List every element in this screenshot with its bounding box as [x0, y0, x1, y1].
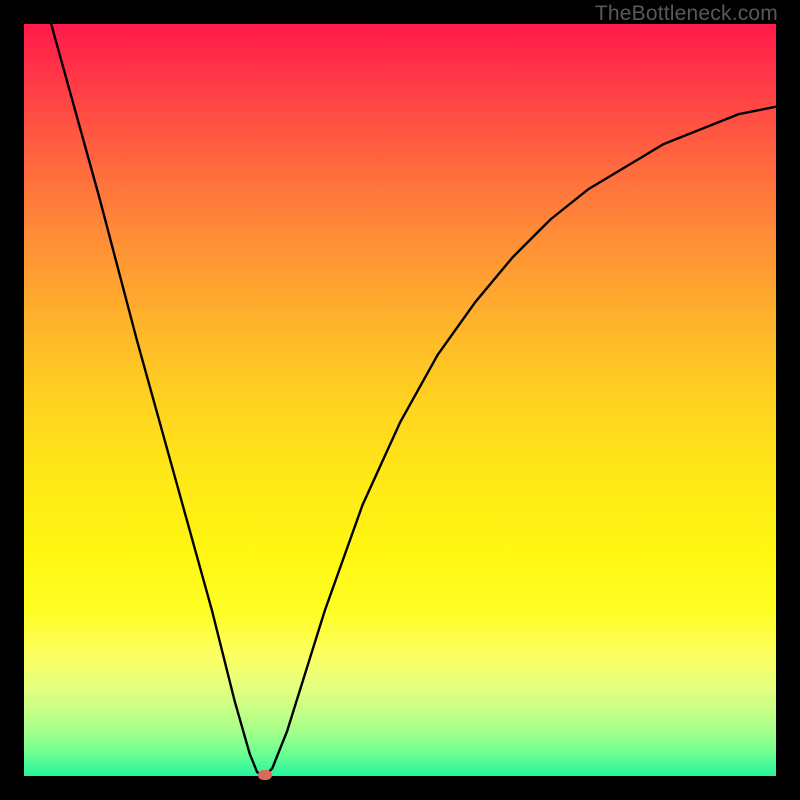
chart-plot-area — [24, 24, 776, 776]
watermark-text: TheBottleneck.com — [595, 2, 778, 26]
optimal-point-marker — [258, 770, 272, 780]
